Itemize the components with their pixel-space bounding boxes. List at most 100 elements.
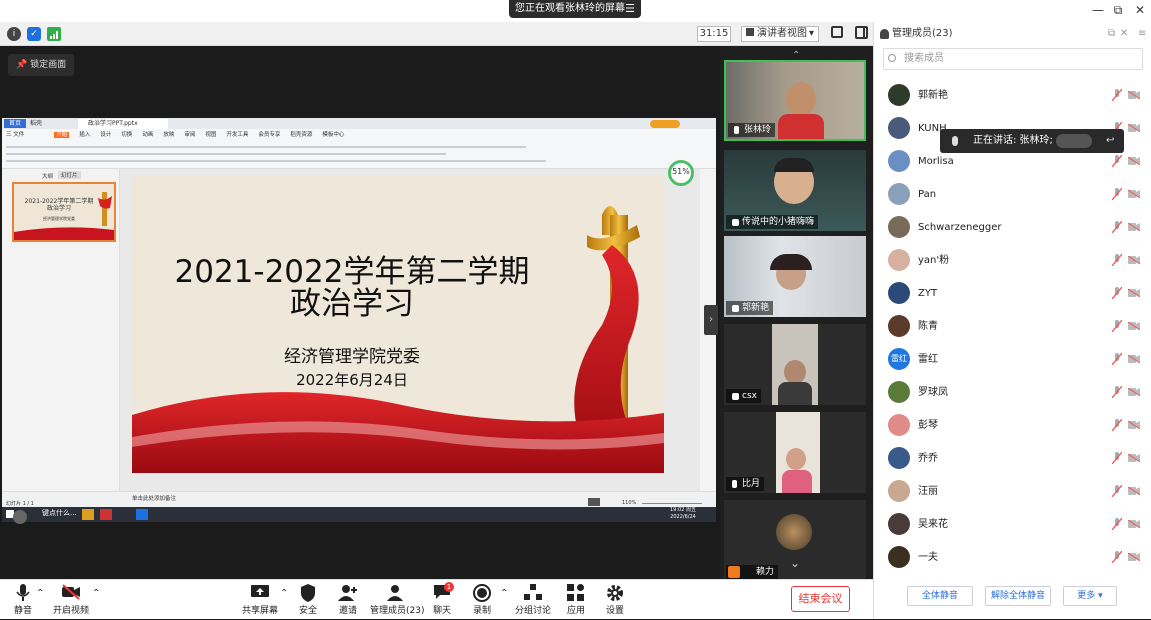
video-off-icon[interactable] (1128, 124, 1140, 132)
member-row[interactable]: Schwarzenegger (874, 211, 1151, 244)
ribbon-tab[interactable]: 三 文件 (6, 132, 24, 138)
video-off-icon[interactable] (1128, 256, 1140, 264)
unmute-all-button[interactable]: 解除全体静音 (985, 586, 1051, 606)
invite-button[interactable]: 邀请 (334, 580, 362, 620)
video-tile[interactable]: csx (724, 324, 866, 405)
video-off-icon[interactable] (1128, 520, 1140, 528)
taskbar-search[interactable]: 键点什么... (42, 508, 77, 518)
play-slideshow-icon[interactable] (588, 498, 600, 506)
mic-muted-icon[interactable] (1112, 221, 1122, 233)
video-off-icon[interactable] (1128, 223, 1140, 231)
video-tile[interactable]: 传说中的小猪嗨嗨 (724, 150, 866, 231)
ppt-tab-docer[interactable]: 稻壳 (30, 119, 42, 128)
mic-muted-icon[interactable] (1112, 386, 1122, 398)
minimize-icon[interactable]: — (1090, 3, 1106, 17)
video-off-icon[interactable] (1128, 322, 1140, 330)
member-row[interactable]: 一夫 (874, 541, 1151, 574)
video-off-icon[interactable] (1128, 91, 1140, 99)
mic-muted-icon[interactable] (1112, 419, 1122, 431)
meeting-app-icon[interactable] (136, 509, 148, 520)
video-off-icon[interactable] (1128, 157, 1140, 165)
chevron-up-icon[interactable]: ⌃ (500, 588, 508, 599)
panel-close-icon[interactable]: ✕ (1120, 22, 1128, 46)
shield-icon[interactable]: ✓ (27, 27, 41, 41)
view-mode-select[interactable]: 演讲者视图 ▾ (741, 26, 819, 42)
video-tile[interactable]: 比月 (724, 412, 866, 493)
video-off-icon[interactable] (1128, 388, 1140, 396)
ppt-tab-home[interactable]: 首页 (4, 119, 26, 128)
screen-share-banner[interactable]: 您正在观看张林玲的屏幕 ☰ (509, 0, 641, 18)
video-tile[interactable]: 张林玲 (724, 60, 866, 141)
video-off-icon[interactable] (1128, 355, 1140, 363)
settings-button[interactable]: 设置 (601, 580, 629, 620)
performance-widget[interactable]: 51% (668, 160, 694, 186)
member-row[interactable]: 彭琴 (874, 409, 1151, 442)
mic-muted-icon[interactable] (1112, 155, 1122, 167)
video-off-icon[interactable] (1128, 487, 1140, 495)
slide-thumbnail[interactable]: 2021-2022学年第二学期 政治学习 经济管理学院党委 (12, 182, 116, 242)
close-icon[interactable]: ✕ (1132, 3, 1148, 17)
chevron-up-icon[interactable]: ⌃ (36, 588, 44, 599)
member-row[interactable]: 汪丽 (874, 475, 1151, 508)
mic-muted-icon[interactable] (1112, 518, 1122, 530)
ribbon-tools-row[interactable] (6, 153, 446, 155)
zoom-slider[interactable] (642, 503, 702, 504)
start-video-button[interactable]: 开启视频 (50, 580, 92, 620)
ribbon-tab[interactable]: 插入 (79, 132, 90, 138)
popout-icon[interactable]: ⧉ (1108, 22, 1115, 46)
outline-tab[interactable]: 大纲 (42, 172, 53, 180)
vip-badge[interactable] (650, 120, 680, 128)
breakout-rooms-button[interactable]: 分组讨论 (514, 580, 552, 620)
ribbon-tab[interactable]: 审阅 (184, 132, 195, 138)
member-row[interactable]: yan'粉 (874, 244, 1151, 277)
mic-muted-icon[interactable] (1112, 320, 1122, 332)
notes-hint[interactable]: 单击此处添加备注 (132, 494, 176, 502)
ribbon-tab[interactable]: 会员专享 (258, 132, 280, 138)
more-button[interactable]: 更多 ▾ (1063, 586, 1117, 606)
member-row[interactable]: 雷红 雷红 (874, 343, 1151, 376)
zoom-level[interactable]: 110% (622, 500, 636, 506)
video-off-icon[interactable] (1128, 289, 1140, 297)
chat-button[interactable]: 1 聊天 (428, 580, 456, 620)
ribbon-tab[interactable]: 切换 (121, 132, 132, 138)
ribbon-tab[interactable]: 放映 (163, 132, 174, 138)
member-row[interactable]: 陈青 (874, 310, 1151, 343)
record-button[interactable]: 录制 (468, 580, 496, 620)
lock-view-button[interactable]: 📌 锁定画面 (8, 54, 74, 76)
apps-button[interactable]: 应用 (562, 580, 590, 620)
mic-muted-icon[interactable] (1112, 452, 1122, 464)
folder-icon[interactable] (82, 509, 94, 520)
chevron-up-icon[interactable]: ⌃ (92, 588, 100, 599)
sidebar-toggle-icon[interactable] (855, 26, 868, 39)
panel-menu-icon[interactable]: ≡ (1138, 22, 1146, 46)
manage-members-button[interactable]: 管理成员(23) (370, 580, 424, 620)
ribbon-tab[interactable]: 动画 (142, 132, 153, 138)
chevron-up-icon[interactable]: ⌃ (280, 588, 288, 599)
video-off-icon[interactable] (1128, 454, 1140, 462)
mute-all-button[interactable]: 全体静音 (907, 586, 973, 606)
member-row[interactable]: 吴来花 (874, 508, 1151, 541)
slides-tab[interactable]: 幻灯片 (58, 171, 81, 179)
video-tile[interactable]: 郭新艳 (724, 236, 866, 317)
wps-icon[interactable] (100, 509, 112, 520)
video-off-icon[interactable] (1128, 553, 1140, 561)
ribbon-tab[interactable]: 开发工具 (226, 132, 248, 138)
member-row[interactable]: 乔乔 (874, 442, 1151, 475)
return-icon[interactable]: ↩ (1106, 129, 1114, 153)
mute-button[interactable]: 静音 (4, 580, 42, 620)
mic-muted-icon[interactable] (1112, 551, 1122, 563)
ppt-tab-file[interactable]: 政治学习PPT.pptx (78, 119, 168, 129)
mic-muted-icon[interactable] (1112, 287, 1122, 299)
banner-menu-icon[interactable]: ☰ (625, 0, 635, 18)
mic-muted-icon[interactable] (1112, 89, 1122, 101)
mic-muted-icon[interactable] (1112, 353, 1122, 365)
member-row[interactable]: Pan (874, 178, 1151, 211)
end-meeting-button[interactable]: 结束会议 (791, 586, 850, 612)
video-off-icon[interactable] (1128, 190, 1140, 198)
slide[interactable]: 2021-2022学年第二学期 政治学习 经济管理学院党委 2022年6月24日 (132, 175, 664, 473)
ribbon-tab-active[interactable]: 开始 (54, 132, 70, 138)
ribbon-tab[interactable]: 视图 (205, 132, 216, 138)
gallery-collapse-icon[interactable]: › (704, 305, 718, 335)
video-tile[interactable]: ⌄ 赖力 (724, 500, 866, 581)
video-off-icon[interactable] (1128, 421, 1140, 429)
